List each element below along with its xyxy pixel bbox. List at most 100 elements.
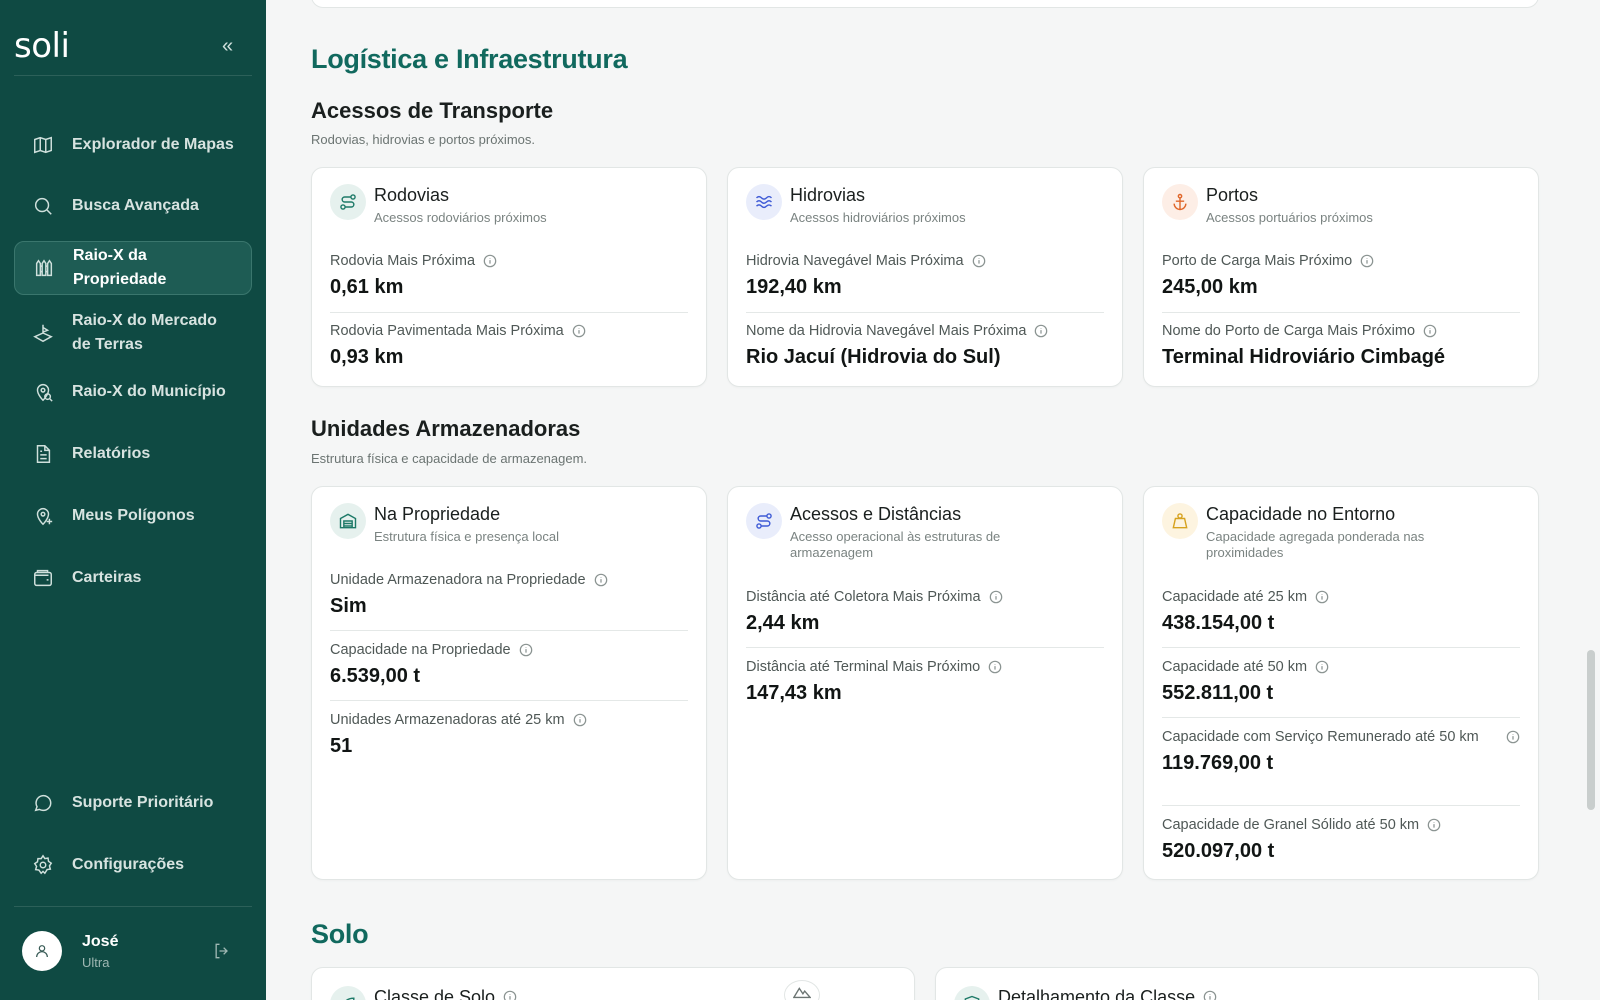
sidebar-item-label: Busca Avançada [72,197,199,214]
sidebar-item-raio-x-municipio[interactable]: Raio-X do Município [14,370,252,414]
sidebar-item-raio-x-mercado[interactable]: Raio-X do Mercado de Terras [14,306,252,360]
info-icon[interactable] [1203,990,1217,1000]
metric-label: Distância até Terminal Mais Próximo [746,659,981,675]
sidebar-item-raio-x-propriedade[interactable]: Raio-X da Propriedade [14,241,252,295]
sidebar-item-label: Configurações [72,856,185,873]
info-icon[interactable] [1315,590,1329,604]
info-icon[interactable] [503,990,517,1000]
wallet-icon [32,567,54,589]
info-icon[interactable] [972,254,986,268]
sidebar-item-relatorios[interactable]: Relatórios [14,432,252,476]
waves-icon [746,184,782,220]
sidebar-item-suporte[interactable]: Suporte Prioritário [14,781,252,825]
group-title-armazenadoras: Unidades Armazenadoras [311,416,581,441]
group-title-transporte: Acessos de Transporte [311,98,554,123]
metric: Rodovia Mais Próxima 0,61 km [330,252,688,299]
metric: Distância até Coletora Mais Próxima 2,44… [746,588,1104,635]
route-icon [330,184,366,220]
divider [746,647,1104,648]
metric-label: Nome da Hidrovia Navegável Mais Próxima [746,323,1027,339]
info-icon[interactable] [1506,730,1520,744]
mountain-icon [793,987,811,999]
info-icon[interactable] [1360,254,1374,268]
section-title-logistica: Logística e Infraestrutura [311,44,628,74]
info-icon[interactable] [572,324,586,338]
user-plan: Ultra [82,954,110,970]
metric-label: Rodovia Mais Próxima [330,253,476,269]
document-icon [32,443,54,465]
info-icon[interactable] [594,573,608,587]
divider [1162,647,1520,648]
sidebar-item-busca[interactable]: Busca Avançada [14,184,252,228]
card-title: Hidrovias [790,185,866,205]
info-icon[interactable] [1034,324,1048,338]
warehouse-icon [330,503,366,539]
metric-label: Porto de Carga Mais Próximo [1162,253,1353,269]
group-subtitle-armazenadoras: Estrutura física e capacidade de armazen… [311,451,588,466]
card-title: Na Propriedade [374,504,501,524]
metric-value: Sim [330,595,367,617]
metric-value: 119.769,00 t [1162,752,1274,774]
chat-icon [32,792,54,814]
info-icon[interactable] [483,254,497,268]
sidebar-divider [14,75,252,76]
sidebar-divider [14,906,252,907]
previous-card [311,0,1539,8]
card-hidrovias: Hidrovias Acessos hidroviários próximos … [727,167,1123,387]
info-icon[interactable] [1427,818,1441,832]
card-subtitle: Estrutura física e presença local [374,529,559,544]
metric: Rodovia Pavimentada Mais Próxima 0,93 km [330,322,688,369]
search-icon [32,195,54,217]
chevrons-left-icon[interactable]: « [222,36,244,58]
metric: Unidade Armazenadora na Propriedade Sim [330,571,688,618]
card-classe-solo: Classe de Solo [311,967,915,1000]
metric-label: Capacidade na Propriedade [330,642,511,658]
shield-icon [954,986,990,1000]
metric-value: 245,00 km [1162,276,1258,298]
metric-label: Nome do Porto de Carga Mais Próximo [1162,323,1416,339]
metric: Nome do Porto de Carga Mais Próximo Term… [1162,322,1520,369]
card-subtitle: Acessos rodoviários próximos [374,210,547,225]
divider [1162,312,1520,313]
info-icon[interactable] [573,713,587,727]
metric-label: Rodovia Pavimentada Mais Próxima [330,323,564,339]
card-portos: Portos Acessos portuários próximos Porto… [1143,167,1539,387]
map-pin-search-icon [32,381,54,403]
sidebar-item-carteiras[interactable]: Carteiras [14,556,252,600]
sidebar-item-label: Explorador de Mapas [72,136,234,153]
metric-value: 2,44 km [746,612,820,634]
sidebar-item-poligonos[interactable]: Meus Polígonos [14,494,252,538]
user-profile[interactable]: José Ultra [22,931,118,971]
metric-value: 147,43 km [746,682,842,704]
info-icon[interactable] [989,590,1003,604]
sidebar-item-explorador[interactable]: Explorador de Mapas [14,123,252,167]
pin-plus-icon [32,505,54,527]
divider [746,312,1104,313]
card-title: Classe de Solo [374,986,517,1000]
logout-icon[interactable] [212,941,234,963]
metric-value: 6.539,00 t [330,665,421,687]
scrollbar[interactable] [1587,650,1595,810]
card-subtitle: Acesso operacional às estruturas de arma… [790,529,1001,560]
info-icon[interactable] [988,660,1002,674]
fence-icon [33,257,55,279]
user-icon [36,945,48,958]
metric: Unidades Armazenadoras até 25 km 51 [330,711,688,758]
card-title: Capacidade no Entorno [1206,504,1396,524]
sidebar-item-label: Raio-X da Propriedade [73,247,167,288]
main-content: Logística e Infraestrutura Acessos de Tr… [266,0,1600,1000]
metric-value: 0,93 km [330,346,404,368]
metric-label: Capacidade até 25 km [1162,589,1308,605]
info-icon[interactable] [519,643,533,657]
metric-label: Unidades Armazenadoras até 25 km [330,712,565,728]
metric: Hidrovia Navegável Mais Próxima 192,40 k… [746,252,1104,299]
section-title-solo: Solo [311,919,369,949]
sidebar-item-configuracoes[interactable]: Configurações [14,843,252,887]
info-icon[interactable] [1315,660,1329,674]
card-title: Rodovias [374,185,450,205]
sidebar-item-label: Carteiras [72,569,142,586]
metric-label: Hidrovia Navegável Mais Próxima [746,253,964,269]
app-logo[interactable]: soli [14,26,70,66]
metric-value: 438.154,00 t [1162,612,1275,634]
info-icon[interactable] [1423,324,1437,338]
